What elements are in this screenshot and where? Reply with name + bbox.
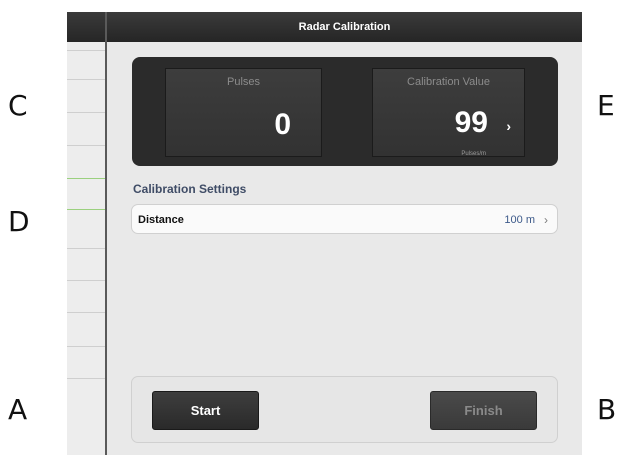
list-row-selected[interactable]: [67, 178, 105, 210]
list-row-divider: [67, 79, 105, 80]
finish-button[interactable]: Finish: [430, 391, 537, 430]
list-row-divider: [67, 145, 105, 146]
list-row-divider: [67, 280, 105, 281]
calibration-unit: Pulses/m: [461, 151, 486, 157]
chevron-right-icon: ›: [506, 118, 511, 134]
distance-value: 100 m: [504, 214, 535, 226]
list-row-divider: [67, 248, 105, 249]
callout-e: E: [597, 89, 615, 122]
list-row-divider: [67, 346, 105, 347]
distance-label: Distance: [138, 214, 184, 226]
device-screen: Radar Calibration Pulses 0 Calibration V…: [67, 12, 582, 455]
navigation-bar: Radar Calibration: [107, 12, 582, 42]
list-row-divider: [67, 50, 105, 51]
calibration-value: 99: [454, 106, 488, 139]
list-row-divider: [67, 112, 105, 113]
distance-row[interactable]: Distance 100 m ›: [131, 204, 558, 234]
start-button[interactable]: Start: [152, 391, 259, 430]
list-row-divider: [67, 312, 105, 313]
chevron-right-icon: ›: [544, 213, 548, 227]
callout-b: B: [597, 393, 617, 426]
calibration-value-tile[interactable]: Calibration Value 99 › Pulses/m: [372, 68, 525, 157]
callout-d: D: [8, 205, 30, 238]
callout-a: A: [8, 393, 28, 426]
callout-c: C: [8, 89, 28, 122]
page-title: Radar Calibration: [298, 21, 391, 33]
calibration-value-label: Calibration Value: [407, 76, 490, 88]
left-pane-header: [67, 12, 105, 42]
main-content: Pulses 0 Calibration Value 99 › Pulses/m…: [107, 42, 582, 455]
section-title: Calibration Settings: [133, 182, 247, 196]
action-panel: Start Finish: [131, 376, 558, 443]
pulses-label: Pulses: [226, 76, 261, 88]
pulses-tile: Pulses 0: [165, 68, 322, 157]
left-list-pane: [67, 12, 107, 455]
pulses-value: 0: [274, 108, 291, 141]
list-row-divider: [67, 378, 105, 379]
readout-panel: Pulses 0 Calibration Value 99 › Pulses/m: [132, 57, 558, 166]
